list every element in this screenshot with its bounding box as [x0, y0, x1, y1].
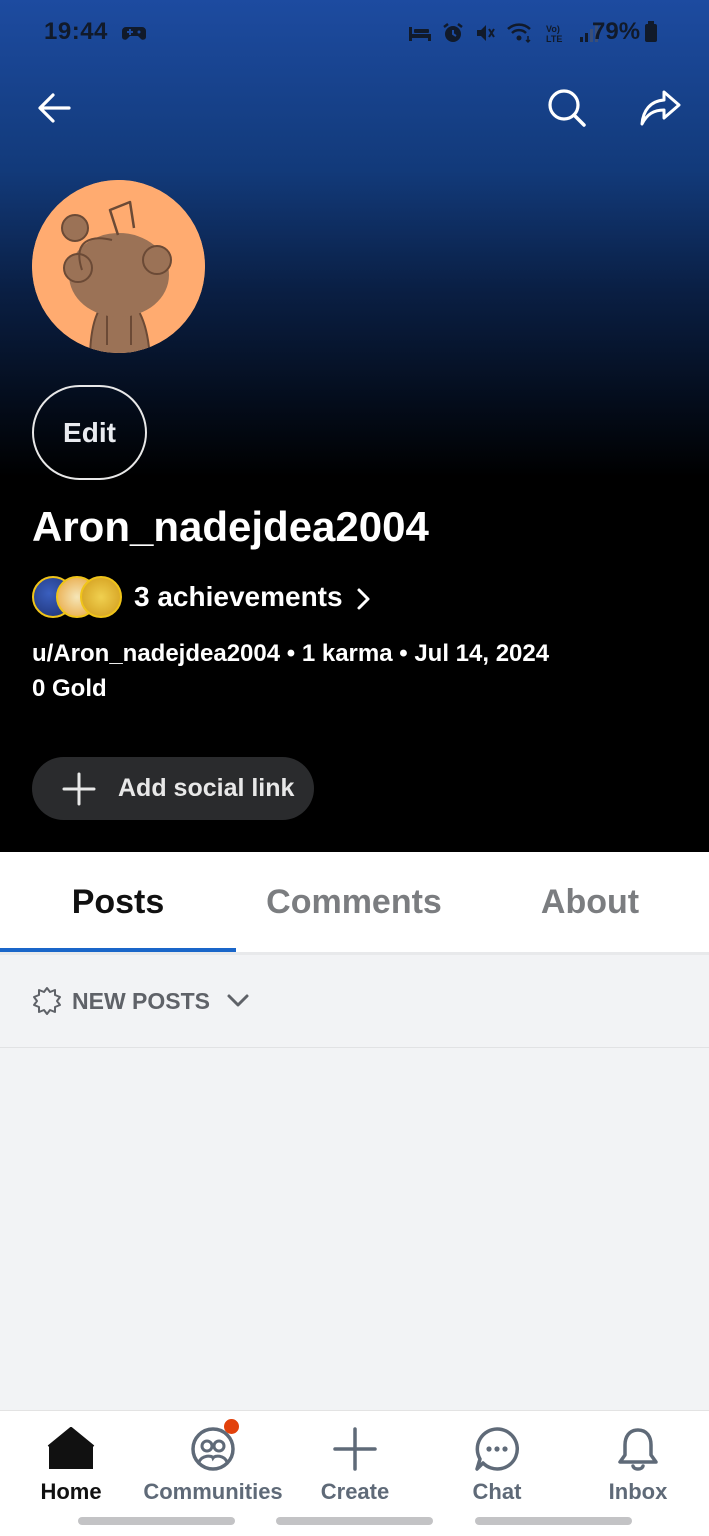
- profile-tabs: Posts Comments About: [0, 852, 709, 955]
- add-social-link-button[interactable]: Add social link: [32, 757, 314, 820]
- nav-chat-label: Chat: [472, 1479, 522, 1504]
- home-icon: [47, 1425, 95, 1473]
- nav-home[interactable]: Home: [0, 1411, 142, 1521]
- nav-home-label: Home: [40, 1479, 102, 1504]
- battery-indicator: 79%: [592, 18, 658, 46]
- search-button[interactable]: [545, 86, 589, 130]
- wifi-icon: [507, 23, 531, 44]
- achievements-row[interactable]: 3 achievements: [32, 573, 371, 621]
- gesture-bar: [78, 1517, 235, 1525]
- alarm-icon: [443, 23, 463, 42]
- achievements-label: 3 achievements: [134, 581, 343, 612]
- gamepad-icon: [122, 24, 146, 47]
- mute-icon: [477, 25, 495, 41]
- status-bar: 19:44 Vo) LTE 79%: [0, 0, 709, 68]
- achievement-badge-icon: [80, 576, 122, 618]
- volte-icon: Vo)LTE: [546, 24, 562, 44]
- nav-communities-label: Communities: [143, 1479, 283, 1504]
- active-tab-indicator: [0, 948, 236, 952]
- share-button[interactable]: [638, 86, 682, 130]
- chevron-right-icon: [357, 588, 370, 610]
- nav-inbox[interactable]: Inbox: [567, 1411, 709, 1521]
- chat-icon: [473, 1425, 521, 1473]
- nav-inbox-label: Inbox: [608, 1479, 668, 1504]
- gesture-bar: [475, 1517, 632, 1525]
- plus-icon: [331, 1425, 379, 1473]
- edit-profile-button[interactable]: Edit: [32, 385, 147, 480]
- posts-feed: [0, 1048, 709, 1410]
- tab-comments[interactable]: Comments: [236, 852, 472, 952]
- profile-username: Aron_nadejdea2004: [32, 503, 429, 550]
- nav-create[interactable]: Create: [284, 1411, 426, 1521]
- sparkle-badge-icon: [33, 987, 61, 1015]
- share-icon: [640, 90, 681, 126]
- bell-icon: [614, 1425, 662, 1473]
- search-icon: [548, 89, 586, 127]
- back-button[interactable]: [33, 86, 77, 130]
- bed-icon: [409, 27, 431, 41]
- nav-create-label: Create: [320, 1479, 390, 1504]
- avatar[interactable]: [32, 180, 205, 353]
- achievement-badges: [32, 574, 128, 620]
- sort-dropdown[interactable]: NEW POSTS: [0, 955, 709, 1048]
- arrow-left-icon: [38, 93, 71, 123]
- tab-posts[interactable]: Posts: [0, 852, 236, 952]
- sort-label: NEW POSTS: [72, 987, 211, 1014]
- notification-dot: [224, 1419, 239, 1434]
- profile-meta: u/Aron_nadejdea2004 • 1 karma • Jul 14, …: [32, 640, 550, 667]
- status-time: 19:44: [44, 18, 108, 45]
- battery-percent: 79%: [592, 18, 641, 45]
- battery-icon: [645, 21, 658, 42]
- tab-about[interactable]: About: [472, 852, 708, 952]
- profile-header: 19:44 Vo) LTE 79% Edit Aron_nadejdea2004…: [0, 0, 709, 852]
- svg-text:Vo): Vo): [546, 24, 560, 34]
- profile-gold: 0 Gold: [32, 675, 107, 702]
- chevron-down-icon: [227, 994, 249, 1007]
- nav-chat[interactable]: Chat: [426, 1411, 568, 1521]
- gesture-bar: [276, 1517, 433, 1525]
- snoo-avatar-icon: [32, 180, 205, 353]
- nav-communities[interactable]: Communities: [142, 1411, 284, 1521]
- communities-icon: [189, 1419, 239, 1473]
- svg-text:LTE: LTE: [546, 34, 562, 44]
- plus-icon: [62, 772, 96, 805]
- add-social-link-label: Add social link: [118, 774, 295, 802]
- status-icons: Vo) LTE: [408, 22, 600, 44]
